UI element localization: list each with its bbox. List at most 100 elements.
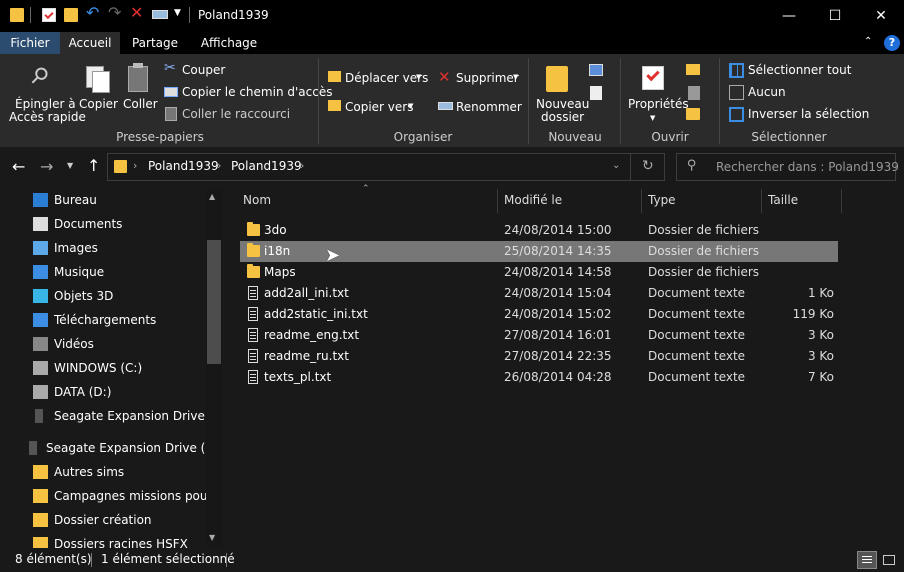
sidebar-item[interactable]: Campagnes missions pour m: [0, 484, 210, 508]
divider: [630, 154, 631, 180]
back-arrow-icon[interactable]: ←: [12, 157, 25, 176]
history-icon[interactable]: [686, 108, 700, 120]
documents-icon: [33, 217, 48, 231]
sidebar-item[interactable]: Dossiers racines HSFX: [0, 532, 210, 548]
address-dropdown-icon[interactable]: ⌄: [612, 160, 620, 171]
up-arrow-icon[interactable]: ↑: [87, 156, 100, 175]
sidebar-item[interactable]: Dossier création: [0, 508, 210, 532]
sidebar-item[interactable]: Images: [0, 236, 210, 260]
delete-icon: ✕: [438, 68, 451, 86]
sidebar-item[interactable]: Objets 3D: [0, 284, 210, 308]
scrollbar-thumb[interactable]: [207, 240, 221, 364]
new-folder-icon: [546, 66, 568, 92]
chevron-right-icon[interactable]: ›: [300, 159, 304, 172]
column-divider[interactable]: [641, 189, 642, 213]
refresh-icon[interactable]: ↻: [642, 158, 654, 174]
folder-icon: [10, 8, 24, 22]
navigation-pane: Bureau Documents Images Musique Objets 3D Tél…: [0, 188, 222, 548]
properties-qa-icon[interactable]: [42, 8, 56, 22]
pin-icon: ⚲: [24, 61, 54, 91]
column-header-size[interactable]: Taille: [768, 193, 798, 207]
drive-icon: [33, 361, 48, 375]
sidebar-item-label: Documents: [54, 217, 123, 231]
maximize-button[interactable]: ☐: [812, 0, 858, 32]
pin-label-2: Accès rapide: [9, 110, 86, 124]
paste-label: Coller: [123, 97, 158, 111]
column-header-modified[interactable]: Modifié le: [504, 193, 562, 207]
file-name: 3do: [264, 223, 287, 237]
text-file-icon: [248, 328, 258, 342]
close-button[interactable]: ✕: [858, 0, 904, 32]
new-folder-qa-icon[interactable]: [64, 8, 78, 22]
edit-icon[interactable]: [688, 86, 700, 100]
delete-qa-icon[interactable]: ✕: [130, 5, 144, 21]
recent-locations-chevron-icon[interactable]: ▼: [67, 161, 73, 170]
cut-label: Couper: [182, 63, 226, 77]
sidebar-item[interactable]: Seagate Expansion Drive (F:): [0, 436, 210, 460]
sidebar-item[interactable]: Vidéos: [0, 332, 210, 356]
easy-access-icon[interactable]: [590, 86, 602, 100]
sort-ascending-icon: ⌃: [362, 184, 370, 194]
search-input[interactable]: ⚲ Rechercher dans : Poland1939: [676, 153, 899, 181]
file-row[interactable]: 3do 24/08/2014 15:00 Dossier de fichiers: [240, 220, 838, 241]
breadcrumb-item[interactable]: Poland1939: [148, 159, 219, 173]
column-divider[interactable]: [497, 189, 498, 213]
redo-icon[interactable]: ↷: [108, 5, 122, 21]
customize-qa-icon[interactable]: ▼: [174, 8, 188, 22]
file-name: Maps: [264, 265, 296, 279]
external-drive-icon: [29, 441, 37, 455]
column-header-type[interactable]: Type: [648, 193, 676, 207]
tab-file[interactable]: Fichier: [0, 32, 60, 54]
file-modified: 24/08/2014 15:00: [504, 223, 612, 237]
paste-shortcut-icon: [165, 107, 177, 121]
forward-arrow-icon[interactable]: →: [40, 157, 53, 176]
column-header-name[interactable]: Nom: [243, 193, 271, 207]
file-modified: 25/08/2014 14:35: [504, 244, 612, 258]
help-icon[interactable]: ?: [884, 35, 900, 51]
address-bar[interactable]: › Poland1939 › Poland1939 › ⌄ ↻: [107, 153, 665, 181]
open-icon[interactable]: [686, 64, 700, 75]
large-icons-view-icon[interactable]: [881, 552, 897, 568]
undo-icon[interactable]: ↶: [86, 5, 100, 21]
folder-icon: [247, 243, 260, 257]
sidebar-item[interactable]: Téléchargements: [0, 308, 210, 332]
chevron-down-icon: ▼: [513, 73, 519, 81]
scroll-up-icon[interactable]: ▲: [209, 192, 215, 201]
tab-home[interactable]: Accueil: [60, 32, 120, 54]
column-divider[interactable]: [761, 189, 762, 213]
file-row[interactable]: readme_eng.txt 27/08/2014 16:01 Document t…: [240, 325, 838, 346]
collapse-ribbon-icon[interactable]: ⌃: [864, 36, 872, 47]
file-row[interactable]: add2static_ini.txt 24/08/2014 15:02 Docume…: [240, 304, 838, 325]
sidebar-item[interactable]: Autres sims: [0, 460, 210, 484]
text-file-icon: [248, 307, 258, 321]
properties-icon: [642, 66, 664, 90]
sidebar-item[interactable]: Documents: [0, 212, 210, 236]
tab-view[interactable]: Affichage: [192, 32, 266, 54]
file-row[interactable]: readme_ru.txt 27/08/2014 22:35 Document te…: [240, 346, 838, 367]
invert-selection-icon: [729, 107, 744, 122]
sidebar-item[interactable]: Seagate Expansion Drive (F:): [0, 404, 210, 428]
rename-qa-icon[interactable]: [152, 10, 168, 19]
sidebar-item[interactable]: Musique: [0, 260, 210, 284]
new-item-icon[interactable]: [589, 64, 603, 76]
sidebar-item[interactable]: Bureau: [0, 188, 210, 212]
minimize-button[interactable]: —: [766, 0, 812, 32]
details-view-icon[interactable]: [857, 551, 877, 569]
external-drive-icon: [35, 409, 43, 423]
breadcrumb-item[interactable]: Poland1939: [231, 159, 302, 173]
file-modified: 27/08/2014 22:35: [504, 349, 612, 363]
file-row[interactable]: texts_pl.txt 26/08/2014 04:28 Document tex…: [240, 367, 838, 388]
column-divider[interactable]: [841, 189, 842, 213]
mouse-cursor-icon: ➤: [325, 245, 341, 266]
file-row[interactable]: add2all_ini.txt 24/08/2014 15:04 Document …: [240, 283, 838, 304]
scroll-down-icon[interactable]: ▼: [209, 533, 215, 542]
sidebar-item[interactable]: DATA (D:): [0, 380, 210, 404]
file-type: Document texte: [648, 370, 746, 384]
sidebar-item-label: Autres sims: [54, 465, 125, 479]
sidebar-item[interactable]: WINDOWS (C:): [0, 356, 210, 380]
divider: [189, 7, 190, 23]
copy-to-label: Copier vers: [345, 100, 414, 114]
tab-share[interactable]: Partage: [124, 32, 186, 54]
file-modified: 26/08/2014 04:28: [504, 370, 612, 384]
chevron-down-icon: ▼: [416, 73, 422, 81]
